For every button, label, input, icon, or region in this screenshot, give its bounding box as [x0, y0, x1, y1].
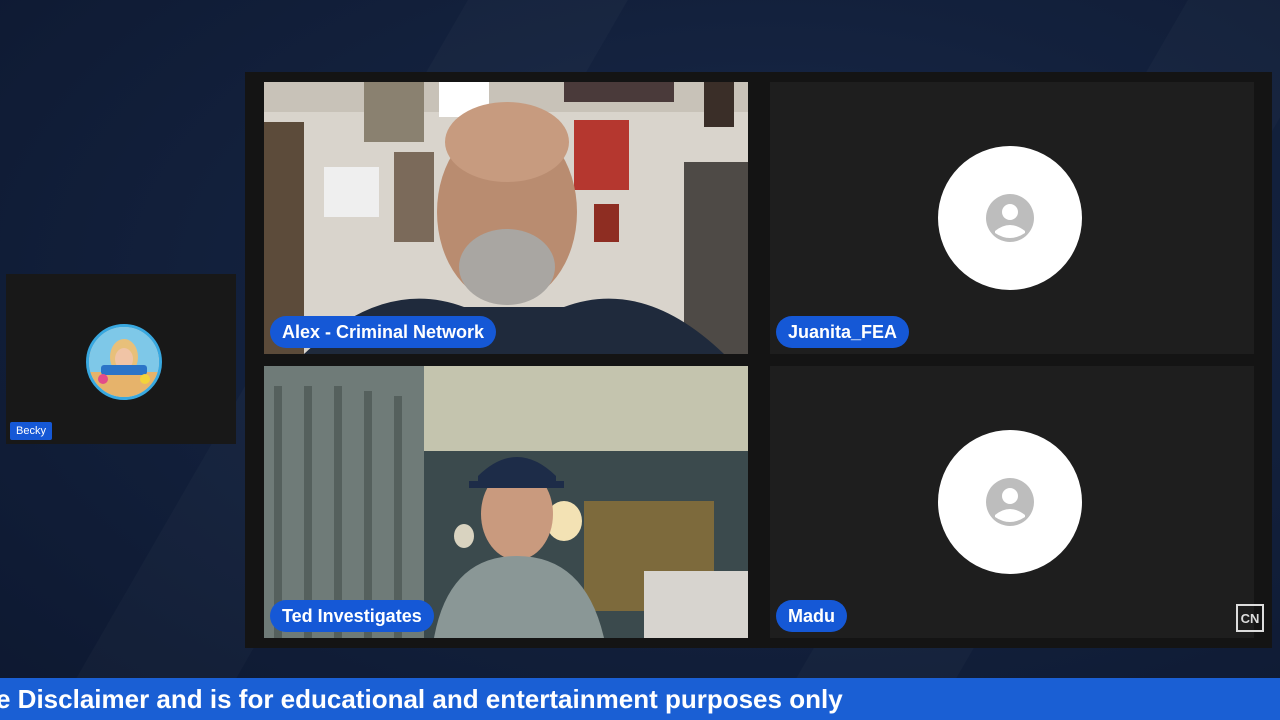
becky-avatar-image — [89, 327, 159, 397]
juanita-avatar — [938, 146, 1082, 290]
person-placeholder-icon — [986, 194, 1034, 242]
madu-name-tag: Madu — [776, 600, 847, 632]
madu-avatar — [938, 430, 1082, 574]
alex-name-tag: Alex - Criminal Network — [270, 316, 497, 348]
ted-video-feed — [264, 366, 748, 638]
participant-tile-alex[interactable]: Alex - Criminal Network — [264, 82, 748, 354]
participant-tile-ted[interactable]: Ted Investigates — [264, 366, 748, 638]
video-grid: Alex - Criminal Network Juanita_FEA Ted … — [245, 72, 1272, 648]
side-participant-tile[interactable]: Becky — [6, 274, 236, 444]
ted-name-tag: Ted Investigates — [270, 600, 434, 632]
disclaimer-ticker: e Disclaimer and is for educational and … — [0, 678, 1280, 720]
becky-name-tag: Becky — [10, 422, 52, 440]
becky-avatar — [86, 324, 162, 400]
alex-video-feed — [264, 82, 748, 354]
juanita-name-tag: Juanita_FEA — [776, 316, 910, 348]
channel-logo-icon: CN — [1236, 604, 1264, 632]
ticker-text: e Disclaimer and is for educational and … — [0, 684, 843, 714]
person-placeholder-icon — [986, 478, 1034, 526]
participant-tile-juanita[interactable]: Juanita_FEA — [770, 82, 1254, 354]
participant-tile-madu[interactable]: Madu — [770, 366, 1254, 638]
